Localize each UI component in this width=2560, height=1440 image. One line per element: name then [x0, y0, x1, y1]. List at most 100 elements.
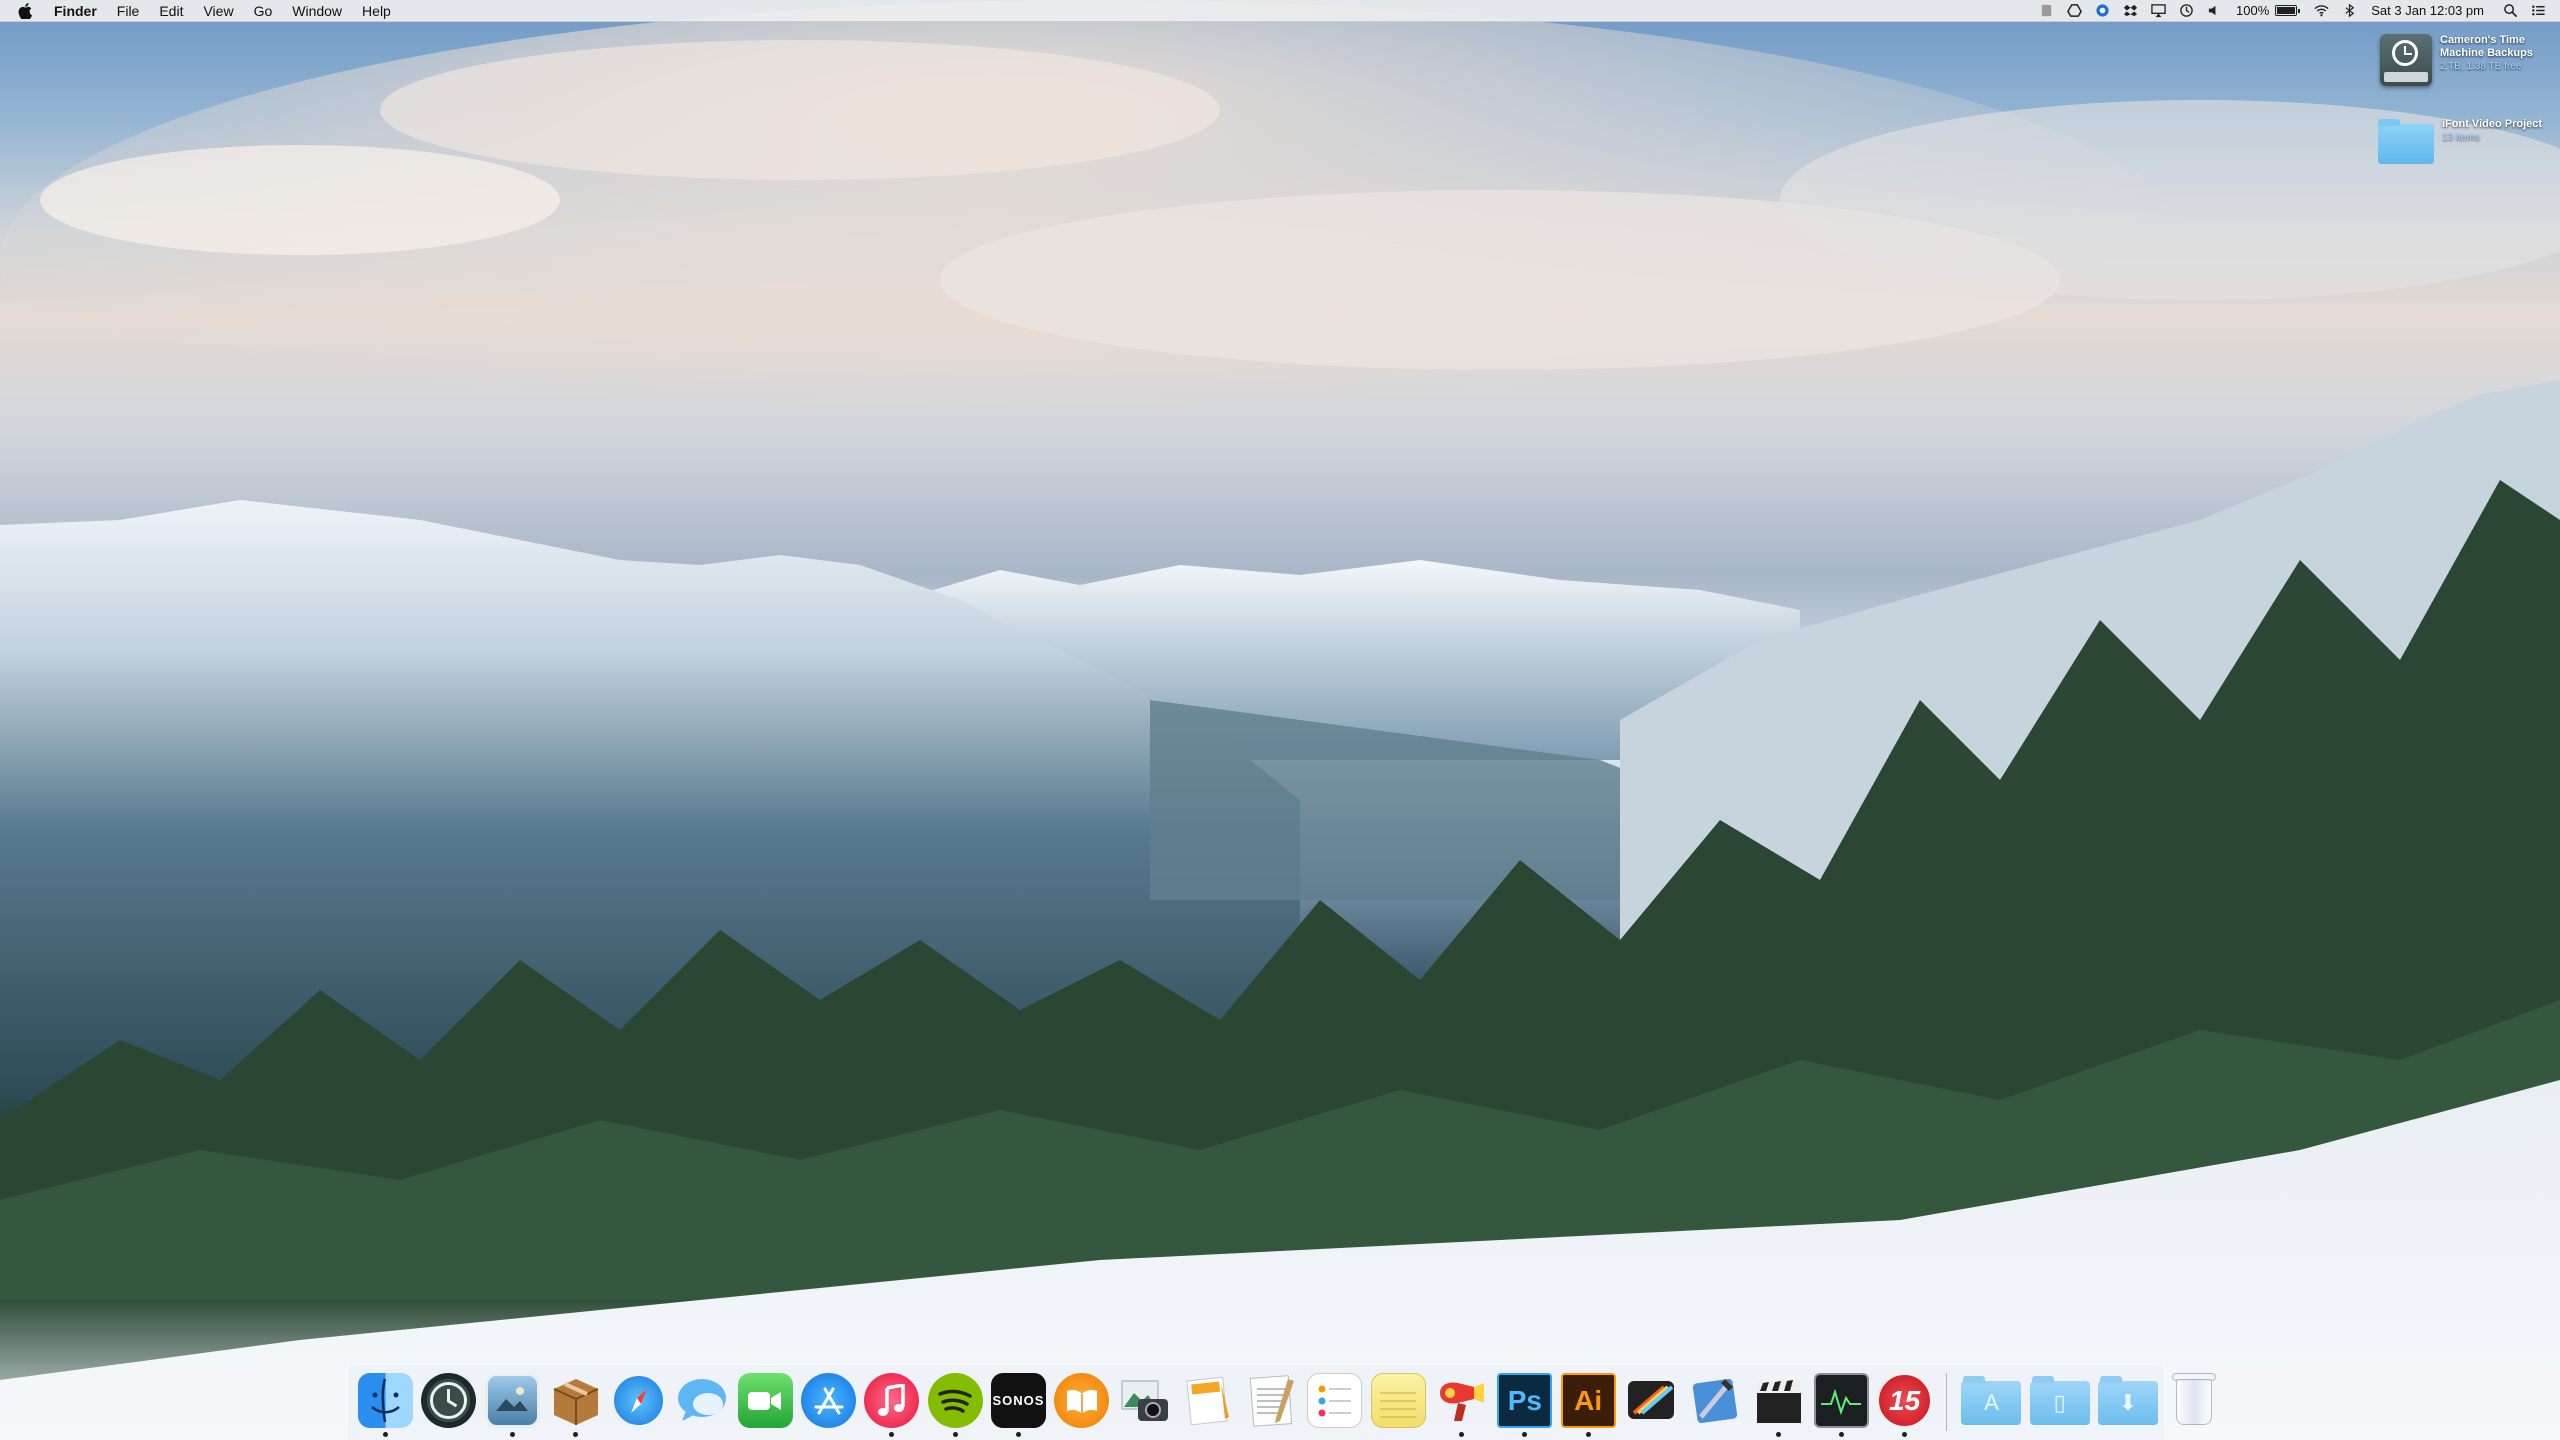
menu-bar-right: 100% Sat 3 Jan 12:03 pm — [2026, 0, 2560, 22]
folder-icon — [2378, 119, 2434, 164]
dock-app-ibooks[interactable] — [1054, 1373, 1110, 1437]
photoshop-label: Ps — [1507, 1384, 1542, 1416]
dock-app-pages[interactable] — [1181, 1373, 1236, 1437]
dock-app-facetime[interactable] — [737, 1373, 793, 1437]
menu-app-name[interactable]: Finder — [54, 3, 97, 19]
menu-clock[interactable]: Sat 3 Jan 12:03 pm — [2371, 3, 2484, 18]
stack-glyph: A — [1984, 1390, 1999, 1415]
dock-app-itunes[interactable] — [864, 1373, 920, 1437]
dock-app-app-store[interactable] — [801, 1373, 857, 1437]
dock-app-photoshop[interactable]: Ps — [1497, 1373, 1553, 1437]
dock-app-textedit[interactable] — [1244, 1373, 1299, 1437]
running-indicator — [1838, 1432, 1844, 1437]
package-box-icon — [548, 1373, 603, 1428]
app-store-icon — [801, 1373, 857, 1428]
wifi-icon[interactable] — [2313, 3, 2329, 19]
sonos-icon: SONOS — [990, 1373, 1046, 1428]
facetime-camera-icon — [737, 1373, 793, 1428]
desktop-wallpaper — [0, 0, 2560, 1440]
running-indicator — [1585, 1432, 1591, 1437]
wallpaper-landscape — [0, 0, 2560, 1440]
desktop-item-name: iFont Video Project — [2442, 118, 2543, 130]
messages-bubble-icon — [674, 1373, 729, 1428]
calendar-15-icon: 15 — [1877, 1373, 1933, 1428]
battery-percent[interactable]: 100% — [2236, 3, 2269, 18]
hair-dryer-icon — [1434, 1373, 1489, 1428]
clapperboard-icon — [1751, 1373, 1806, 1428]
desktop-item-labels: iFont Video Project 13 items — [2442, 118, 2560, 144]
box-icon[interactable] — [2122, 3, 2138, 19]
activity-monitor-icon — [1813, 1373, 1869, 1428]
dock-app-finder[interactable] — [358, 1373, 413, 1437]
menu-help[interactable]: Help — [362, 3, 391, 19]
safari-compass-icon — [611, 1373, 667, 1428]
running-indicator — [1902, 1432, 1908, 1437]
dock-app-image-capture[interactable] — [1118, 1373, 1173, 1437]
xcode-icon — [1687, 1373, 1742, 1428]
spotify-icon — [927, 1373, 983, 1428]
running-indicator — [889, 1432, 895, 1437]
dock-app-transmit[interactable] — [1434, 1373, 1489, 1437]
menu-edit[interactable]: Edit — [159, 3, 183, 19]
dock-app-notes[interactable] — [1370, 1373, 1426, 1437]
desktop-item-meta: 2 TB, 1.38 TB free — [2440, 61, 2522, 72]
photoshop-icon: Ps — [1497, 1373, 1553, 1428]
spotlight-icon[interactable] — [2502, 3, 2518, 19]
notification-center-icon[interactable] — [2530, 3, 2546, 19]
desktop-item-name: Cameron's Time Machine Backups — [2440, 34, 2533, 59]
dock-app-fantastical[interactable]: 15 — [1877, 1373, 1933, 1437]
dock-app-xcode[interactable] — [1687, 1373, 1742, 1437]
image-capture-icon — [1118, 1373, 1173, 1428]
desktop-item-time-machine-backups[interactable]: Cameron's Time Machine Backups 2 TB, 1.3… — [2380, 34, 2558, 86]
dock-trash[interactable] — [2166, 1373, 2217, 1437]
bluetooth-icon[interactable] — [2341, 3, 2357, 19]
reminders-icon — [1307, 1373, 1363, 1428]
dock-app-activity-monitor[interactable] — [1813, 1373, 1869, 1437]
apple-menu-icon[interactable] — [18, 2, 32, 19]
stack-glyph: ⬇ — [2118, 1390, 2138, 1415]
sonos-label: SONOS — [992, 1393, 1045, 1408]
dock-app-safari[interactable] — [611, 1373, 667, 1437]
menu-extra-icon[interactable] — [2038, 3, 2054, 19]
dock-app-final-cut[interactable] — [1624, 1373, 1679, 1437]
dock: SONOS Ps Ai 15 A ▯ ⬇ — [347, 1364, 2217, 1440]
documents-folder-icon: ▯ — [2029, 1376, 2090, 1425]
battery-icon[interactable] — [2275, 5, 2301, 16]
running-indicator — [1775, 1432, 1781, 1437]
dock-stack-downloads[interactable]: ⬇ — [2098, 1373, 2159, 1437]
time-machine-icon[interactable] — [2178, 3, 2194, 19]
dock-app-preview[interactable] — [484, 1373, 540, 1437]
dock-app-archive[interactable] — [548, 1373, 603, 1437]
dropbox-icon[interactable] — [2094, 3, 2110, 19]
dock-app-reminders[interactable] — [1307, 1373, 1363, 1437]
dock-app-spotify[interactable] — [927, 1373, 983, 1437]
running-indicator — [572, 1432, 578, 1437]
pages-icon — [1181, 1373, 1236, 1428]
menu-window[interactable]: Window — [292, 3, 342, 19]
desktop-item-labels: Cameron's Time Machine Backups 2 TB, 1.3… — [2440, 34, 2558, 73]
menu-view[interactable]: View — [203, 3, 233, 19]
airplay-icon[interactable] — [2150, 3, 2166, 19]
time-machine-icon — [421, 1373, 477, 1428]
desktop-item-ifont-video-project[interactable]: iFont Video Project 13 items — [2378, 118, 2560, 164]
desktop-item-meta: 13 items — [2442, 132, 2480, 143]
trash-icon — [2172, 1373, 2217, 1427]
running-indicator — [1015, 1432, 1021, 1437]
menu-bar: Finder File Edit View Go Window Help 100… — [0, 0, 2560, 22]
dock-app-sonos[interactable]: SONOS — [990, 1373, 1046, 1437]
finder-icon — [358, 1373, 413, 1428]
textedit-icon — [1244, 1373, 1299, 1428]
illustrator-icon: Ai — [1560, 1373, 1616, 1428]
dock-app-motion[interactable] — [1751, 1373, 1806, 1437]
volume-icon[interactable] — [2206, 3, 2222, 19]
running-indicator — [509, 1432, 515, 1437]
itunes-note-icon — [864, 1373, 920, 1428]
google-drive-icon[interactable] — [2066, 3, 2082, 19]
dock-stack-applications[interactable]: A — [1961, 1373, 2022, 1437]
menu-go[interactable]: Go — [254, 3, 273, 19]
dock-app-time-machine[interactable] — [421, 1373, 477, 1437]
dock-app-illustrator[interactable]: Ai — [1560, 1373, 1616, 1437]
dock-stack-documents[interactable]: ▯ — [2029, 1373, 2090, 1437]
menu-file[interactable]: File — [117, 3, 140, 19]
dock-app-messages[interactable] — [674, 1373, 729, 1437]
